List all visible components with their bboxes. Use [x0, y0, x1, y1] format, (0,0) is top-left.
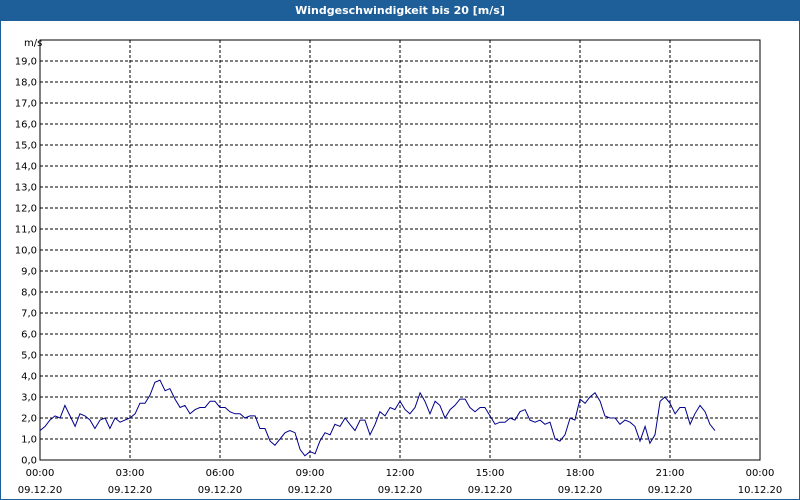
x-tick-time-label: 00:00: [26, 468, 55, 479]
x-tick-time-label: 18:00: [566, 468, 595, 479]
y-tick-label: 2,0: [21, 414, 37, 425]
y-tick-label: 11,0: [15, 225, 37, 236]
y-tick-label: 3,0: [21, 393, 37, 404]
y-axis-ticks: 0,0 1,0 2,0 3,0 4,0 5,0 6,0 7,0 8,0 9,0 10,0 11,0 12…: [15, 57, 37, 467]
y-tick-label: 19,0: [15, 57, 37, 68]
x-tick-time-label: 15:00: [476, 468, 505, 479]
y-tick-label: 8,0: [21, 288, 37, 299]
x-tick-time-label: 09:00: [296, 468, 325, 479]
x-tick-time-label: 03:00: [116, 468, 145, 479]
grid-lines: [40, 40, 760, 460]
x-tick-date-label: 09.12.20: [468, 485, 513, 496]
y-tick-label: 5,0: [21, 351, 37, 362]
x-axis-ticks: 00:00 09.12.20 03:00 09.12.20 06:00 09.12.20 0…: [18, 468, 783, 496]
y-tick-label: 1,0: [21, 435, 37, 446]
x-tick-date-label: 09.12.20: [558, 485, 603, 496]
x-tick-date-label: 09.12.20: [378, 485, 423, 496]
y-tick-label: 17,0: [15, 99, 37, 110]
x-tick-date-label: 09.12.20: [198, 485, 243, 496]
x-tick-date-label: 09.12.20: [648, 485, 693, 496]
line-chart: m/s 0,0 1,0 2,0 3,0 4,0 5,0 6,0 7,0 8,0 9,0 10,0 11…: [15, 38, 783, 496]
x-tick-time-label: 12:00: [386, 468, 415, 479]
y-tick-label: 16,0: [15, 120, 37, 131]
y-tick-label: 9,0: [21, 267, 37, 278]
x-tick-date-label: 09.12.20: [18, 485, 63, 496]
x-tick-date-label: 10.12.20: [738, 485, 783, 496]
y-tick-label: 13,0: [15, 183, 37, 194]
x-tick-date-label: 09.12.20: [288, 485, 333, 496]
y-tick-label: 6,0: [21, 330, 37, 341]
x-tick-time-label: 21:00: [656, 468, 685, 479]
y-tick-label: 12,0: [15, 204, 37, 215]
x-tick-date-label: 09.12.20: [108, 485, 153, 496]
y-tick-label: 15,0: [15, 141, 37, 152]
x-tick-time-label: 06:00: [206, 468, 235, 479]
y-axis-label: m/s: [24, 38, 42, 49]
y-tick-label: 0,0: [21, 456, 37, 467]
y-tick-label: 14,0: [15, 162, 37, 173]
y-tick-label: 7,0: [21, 309, 37, 320]
y-tick-label: 4,0: [21, 372, 37, 383]
y-tick-label: 18,0: [15, 78, 37, 89]
y-tick-label: 10,0: [15, 246, 37, 257]
x-tick-time-label: 00:00: [746, 468, 775, 479]
